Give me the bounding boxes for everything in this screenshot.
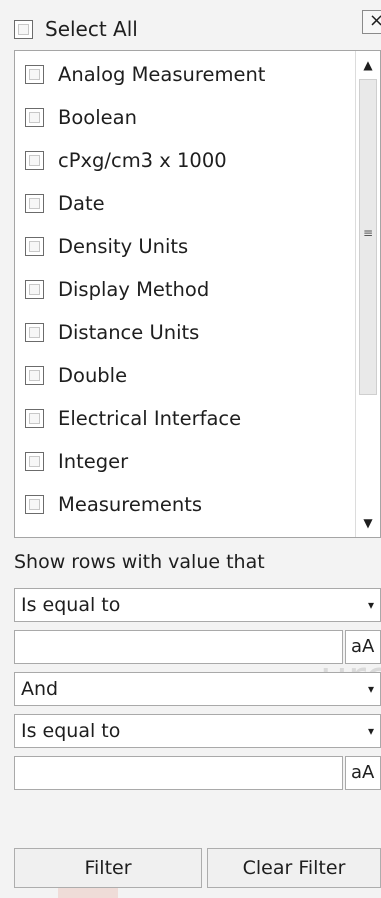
item-label: Date — [58, 191, 105, 215]
item-label: Electrical Interface — [58, 406, 242, 430]
filter-button[interactable]: Filter — [14, 848, 202, 888]
clear-filter-button[interactable]: Clear Filter — [207, 848, 381, 888]
list-item[interactable]: Analog Measurement — [25, 54, 265, 94]
list-item[interactable]: Boolean — [25, 97, 137, 137]
item-label: Density Units — [58, 234, 189, 258]
list-item[interactable]: Density Units — [25, 226, 188, 266]
scroll-thumb[interactable]: ≡ — [359, 79, 377, 395]
operator-value: And — [21, 678, 59, 700]
item-checkbox[interactable] — [25, 322, 44, 342]
filter-heading: Show rows with value that — [14, 551, 265, 573]
condition2-value: Is equal to — [21, 720, 121, 742]
list-item[interactable]: Double — [25, 355, 127, 395]
scroll-down-icon[interactable]: ▼ — [356, 513, 380, 533]
item-label: Double — [58, 363, 128, 387]
item-label: Display Method — [58, 277, 210, 301]
close-button[interactable]: × — [362, 10, 381, 34]
value2-input[interactable] — [14, 756, 343, 790]
item-checkbox[interactable] — [25, 365, 44, 385]
vertical-scrollbar[interactable]: ▲ ≡ ▼ — [355, 51, 380, 537]
list-item[interactable]: Date — [25, 183, 105, 223]
item-checkbox[interactable] — [25, 494, 44, 514]
list-item[interactable]: Measurements — [25, 484, 202, 524]
condition1-select[interactable]: Is equal to ▾ — [14, 588, 381, 622]
list-item[interactable]: Display Method — [25, 269, 209, 309]
case-sensitive-toggle-2[interactable]: aA — [345, 756, 381, 790]
item-label: Integer — [58, 449, 129, 473]
value-list-items: Analog Measurement Boolean cPxg/cm3 x 10… — [15, 51, 355, 537]
condition1-value: Is equal to — [21, 594, 121, 616]
value1-input[interactable] — [14, 630, 343, 664]
close-icon: × — [369, 10, 381, 31]
list-item[interactable]: Integer — [25, 441, 128, 481]
select-all-label: Select All — [45, 17, 138, 41]
item-checkbox[interactable] — [25, 451, 44, 471]
value-list[interactable]: Analog Measurement Boolean cPxg/cm3 x 10… — [14, 50, 381, 538]
item-label: Analog Measurement — [58, 62, 266, 86]
dropdown-arrow-icon: ▾ — [367, 682, 374, 696]
item-checkbox[interactable] — [25, 236, 44, 256]
operator-select[interactable]: And ▾ — [14, 672, 381, 706]
item-label: Boolean — [58, 105, 137, 129]
case-sensitive-toggle-1[interactable]: aA — [345, 630, 381, 664]
scroll-up-icon[interactable]: ▲ — [356, 55, 380, 75]
item-checkbox[interactable] — [25, 64, 44, 84]
list-item[interactable]: Electrical Interface — [25, 398, 241, 438]
item-label: Measurements — [58, 492, 203, 516]
item-checkbox[interactable] — [25, 279, 44, 299]
item-checkbox[interactable] — [25, 150, 44, 170]
list-item[interactable]: Distance Units — [25, 312, 199, 352]
item-checkbox[interactable] — [25, 408, 44, 428]
select-all-checkbox[interactable] — [14, 19, 33, 39]
condition2-select[interactable]: Is equal to ▾ — [14, 714, 381, 748]
scroll-grip-icon: ≡ — [363, 226, 374, 240]
item-label: cPxg/cm3 x 1000 — [58, 148, 227, 172]
item-checkbox[interactable] — [25, 193, 44, 213]
item-checkbox[interactable] — [25, 107, 44, 127]
list-item[interactable]: cPxg/cm3 x 1000 — [25, 140, 227, 180]
dropdown-arrow-icon: ▾ — [367, 724, 374, 738]
item-label: Distance Units — [58, 320, 200, 344]
select-all-row[interactable]: Select All — [14, 12, 138, 46]
dropdown-arrow-icon: ▾ — [367, 598, 374, 612]
